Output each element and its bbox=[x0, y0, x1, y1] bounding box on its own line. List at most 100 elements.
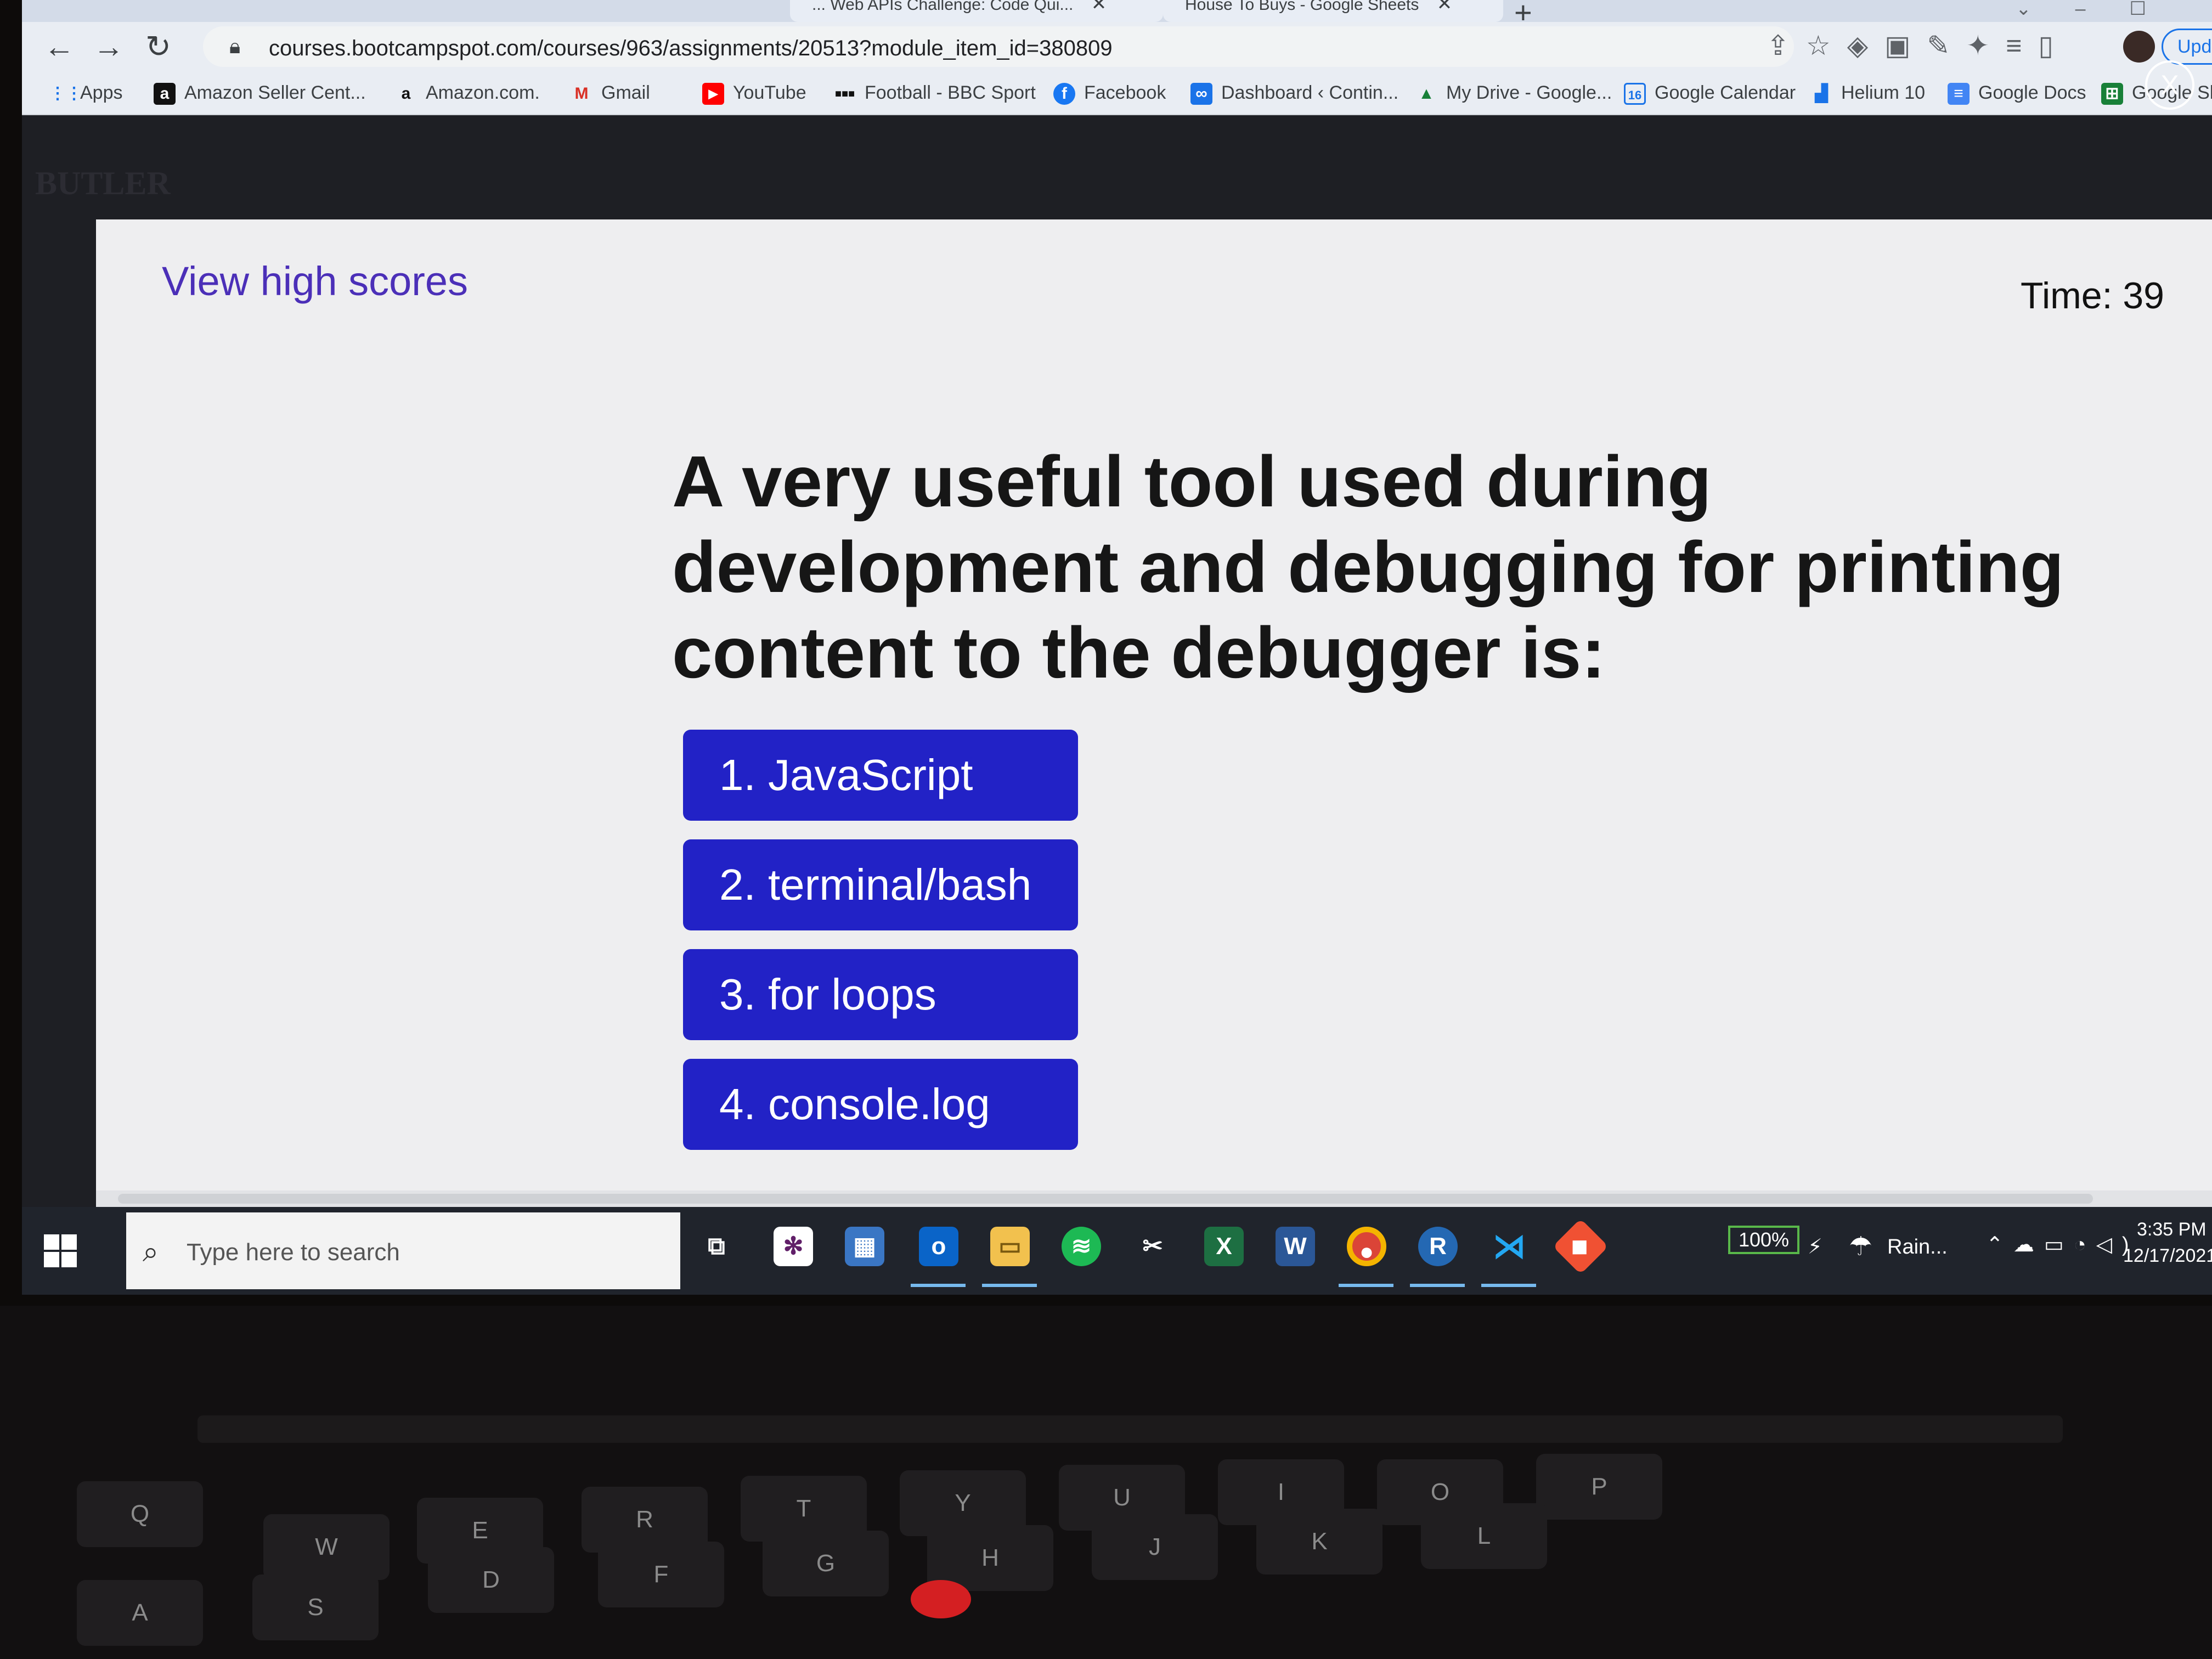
browser-tab-strip: ... Web APIs Challenge: Code Qui... ✕ Ho… bbox=[22, 0, 2212, 30]
lock-icon: 🔒︎ bbox=[229, 35, 241, 58]
battery-indicator[interactable]: 100% bbox=[1728, 1226, 1799, 1254]
close-tab-icon[interactable]: ✕ bbox=[1091, 0, 1107, 14]
task-view-icon[interactable]: ⧉ bbox=[697, 1227, 736, 1266]
outlook-icon[interactable]: o bbox=[919, 1227, 958, 1266]
google-calendar-icon: 16 bbox=[1624, 83, 1646, 105]
back-icon[interactable]: ← bbox=[44, 29, 75, 64]
view-high-scores-link[interactable]: View high scores bbox=[162, 258, 468, 304]
answer-button-3[interactable]: 3. for loops bbox=[683, 949, 1078, 1040]
apps-grid-icon: ⋮⋮ bbox=[49, 84, 82, 103]
bookmark-google-calendar[interactable]: 16 Google Calendar bbox=[1624, 82, 1796, 105]
quiz-timer: Time: 39 bbox=[2020, 275, 2164, 317]
search-icon: ⌕ bbox=[143, 1236, 159, 1268]
tab-title: ... Web APIs Challenge: Code Qui... bbox=[812, 0, 1074, 14]
weather-text[interactable]: Rain... bbox=[1887, 1235, 1948, 1259]
answer-button-1[interactable]: 1. JavaScript bbox=[683, 730, 1078, 821]
r-icon[interactable]: R bbox=[1418, 1227, 1458, 1266]
keyboard-key: F bbox=[598, 1542, 724, 1607]
bookmark-amazon[interactable]: a Amazon.com. bbox=[395, 82, 540, 105]
excel-icon[interactable]: X bbox=[1204, 1227, 1244, 1266]
gmail-icon: M bbox=[574, 84, 589, 103]
keyboard-key: K bbox=[1256, 1509, 1383, 1575]
window-controls[interactable]: ⌄–☐ bbox=[2016, 0, 2190, 20]
trackpoint-nub bbox=[911, 1580, 971, 1618]
slack-icon[interactable]: ✻ bbox=[774, 1227, 813, 1266]
keyboard-key: Q bbox=[77, 1481, 203, 1547]
close-tab-icon[interactable]: ✕ bbox=[1437, 0, 1453, 14]
google-docs-icon: ≡ bbox=[1948, 83, 1970, 105]
keyboard-key: G bbox=[763, 1531, 889, 1596]
calculator-icon[interactable]: ▦ bbox=[845, 1227, 884, 1266]
chrome-active-indicator bbox=[1339, 1284, 1393, 1287]
bookmark-gmail[interactable]: M Gmail bbox=[571, 82, 650, 105]
forward-icon[interactable]: → bbox=[93, 29, 124, 64]
bookmark-dashboard[interactable]: ∞ Dashboard ‹ Contin... bbox=[1190, 82, 1398, 105]
chrome-icon[interactable]: ● bbox=[1347, 1227, 1386, 1266]
helium-icon: ▟ bbox=[1815, 84, 1828, 103]
vscode-icon[interactable]: ⋊ bbox=[1489, 1227, 1529, 1266]
update-button[interactable]: Upda bbox=[2162, 29, 2212, 65]
site-logo: BUTLER bbox=[35, 165, 171, 201]
bookmark-apps[interactable]: ⋮⋮Apps bbox=[49, 82, 123, 105]
r-active-indicator bbox=[1410, 1284, 1465, 1287]
answer-button-4[interactable]: 4. console.log bbox=[683, 1059, 1078, 1150]
git-icon[interactable]: ◆ bbox=[1553, 1218, 1609, 1274]
snipping-tool-icon[interactable]: ✂ bbox=[1133, 1227, 1172, 1266]
bookmark-amazon-seller[interactable]: a Amazon Seller Cent... bbox=[154, 82, 366, 105]
amazon-icon: a bbox=[401, 84, 411, 103]
tray-icons[interactable]: ⌃☁▭◔◁) bbox=[1986, 1232, 2139, 1257]
keyboard-key: A bbox=[77, 1580, 203, 1646]
bookmark-bbc-sport[interactable]: ■■■ Football - BBC Sport bbox=[834, 82, 1036, 105]
keyboard-key: S bbox=[252, 1575, 379, 1640]
laptop-screen: ... Web APIs Challenge: Code Qui... ✕ Ho… bbox=[22, 0, 2212, 1295]
file-explorer-icon[interactable]: ▭ bbox=[990, 1227, 1030, 1266]
laptop-hinge bbox=[198, 1415, 2063, 1443]
keyboard-key: P bbox=[1536, 1454, 1662, 1520]
keyboard-key: L bbox=[1421, 1503, 1547, 1569]
youtube-icon: ▶ bbox=[702, 83, 724, 105]
tab-code-quiz[interactable]: ... Web APIs Challenge: Code Qui... ✕ bbox=[790, 0, 1163, 22]
windows-taskbar: ⌕ Type here to search ⧉ ✻ ▦ o ▭ ≋ ✂ X W … bbox=[22, 1207, 2212, 1295]
horizontal-scrollbar[interactable] bbox=[96, 1190, 2212, 1207]
profile-avatar[interactable] bbox=[2123, 31, 2155, 63]
bookmark-facebook[interactable]: f Facebook bbox=[1053, 82, 1166, 105]
browser-toolbar: ← → ↻ 🔒︎ courses.bootcampspot.com/course… bbox=[22, 22, 2212, 71]
amazon-icon: a bbox=[154, 83, 176, 105]
bookmark-my-drive[interactable]: ▲ My Drive - Google... bbox=[1415, 82, 1612, 105]
answer-list: 1. JavaScript 2. terminal/bash 3. for lo… bbox=[683, 730, 1078, 1169]
reload-icon[interactable]: ↻ bbox=[145, 29, 171, 65]
dashboard-icon: ∞ bbox=[1190, 83, 1212, 105]
keyboard-key: D bbox=[428, 1547, 554, 1613]
taskbar-search-box[interactable]: ⌕ Type here to search bbox=[126, 1212, 680, 1289]
weather-icon[interactable]: ☂ bbox=[1849, 1231, 1872, 1262]
clock-time[interactable]: 3:35 PM bbox=[2137, 1219, 2207, 1240]
scrollbar-thumb[interactable] bbox=[118, 1194, 2093, 1204]
google-drive-icon: ▲ bbox=[1418, 84, 1435, 103]
url-text[interactable]: courses.bootcampspot.com/courses/963/ass… bbox=[269, 36, 1113, 61]
tab-google-sheets[interactable]: House To Buys - Google Sheets ✕ bbox=[1163, 0, 1503, 22]
bookmark-google-docs[interactable]: ≡ Google Docs bbox=[1948, 82, 2086, 105]
word-icon[interactable]: W bbox=[1276, 1227, 1315, 1266]
bookmarks-bar: ⋮⋮Apps a Amazon Seller Cent... a Amazon.co… bbox=[22, 71, 2212, 115]
vscode-active-indicator bbox=[1481, 1284, 1536, 1287]
keyboard-key: W bbox=[263, 1514, 390, 1580]
google-sheets-icon: ⊞ bbox=[2101, 83, 2123, 105]
tab-title: House To Buys - Google Sheets bbox=[1185, 0, 1419, 14]
outlook-active-indicator bbox=[911, 1284, 966, 1287]
close-modal-button[interactable]: X bbox=[2145, 60, 2194, 110]
bookmark-youtube[interactable]: ▶ YouTube bbox=[702, 82, 806, 105]
spotify-icon[interactable]: ≋ bbox=[1062, 1227, 1101, 1266]
windows-start-icon[interactable] bbox=[44, 1234, 78, 1268]
answer-button-2[interactable]: 2. terminal/bash bbox=[683, 839, 1078, 930]
clock-date[interactable]: 12/17/2021 bbox=[2123, 1245, 2212, 1267]
facebook-icon: f bbox=[1053, 83, 1075, 105]
plug-icon: ⚡︎ bbox=[1808, 1235, 1822, 1259]
keyboard-key: J bbox=[1092, 1514, 1218, 1580]
bbc-icon: ■■■ bbox=[834, 88, 855, 100]
extension-icons[interactable]: ⇪☆◈▣✎✦≡▯ bbox=[1767, 30, 2070, 61]
address-bar[interactable]: 🔒︎ courses.bootcampspot.com/courses/963/… bbox=[203, 26, 1794, 67]
explorer-active-indicator bbox=[982, 1284, 1037, 1287]
search-placeholder: Type here to search bbox=[187, 1239, 400, 1266]
bookmark-helium-10[interactable]: ▟ Helium 10 bbox=[1810, 82, 1925, 105]
quiz-modal: View high scores Time: 39 A very useful … bbox=[96, 219, 2212, 1207]
